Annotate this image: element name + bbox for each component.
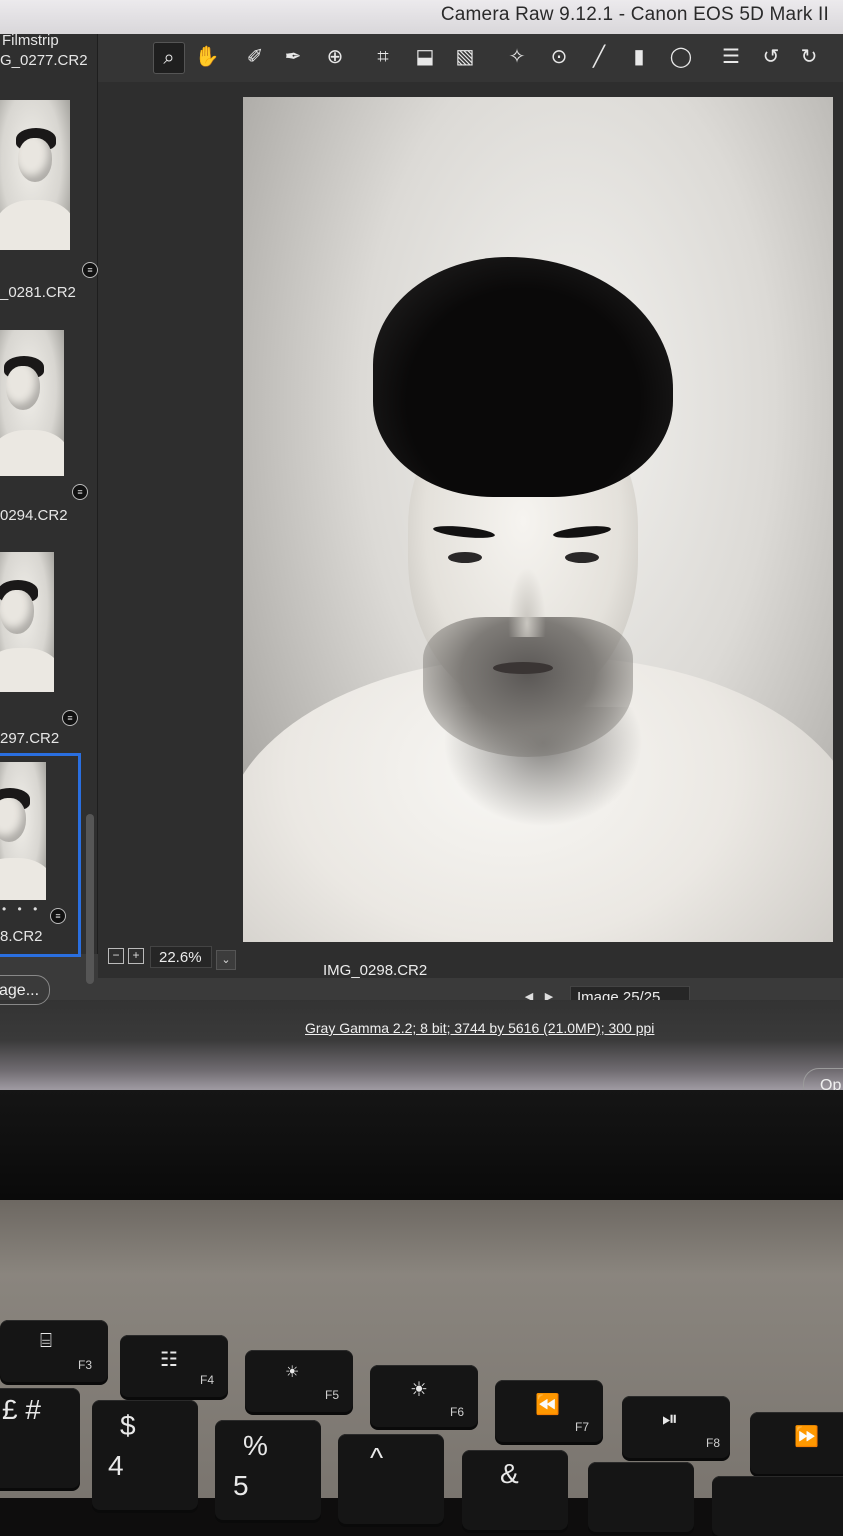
rotate-left-icon[interactable]: ↺: [756, 42, 786, 72]
mission-control-icon: ⌸: [40, 1330, 52, 1352]
keyboard-brightness-up-icon: ☀: [410, 1379, 428, 1401]
play-pause-icon: ⏯: [662, 1408, 678, 1430]
screen: Camera Raw 9.12.1 - Canon EOS 5D Mark II…: [0, 0, 843, 1100]
zoom-level-field[interactable]: 22.6%: [150, 946, 212, 968]
edit-badge-icon: ≡: [62, 710, 78, 726]
preview-photo[interactable]: [243, 97, 833, 977]
key-symbol: &: [500, 1458, 519, 1489]
key-label: F4: [200, 1373, 215, 1387]
number-5-key[interactable]: % 5: [215, 1420, 321, 1520]
title-bar: Camera Raw 9.12.1 - Canon EOS 5D Mark II: [0, 0, 843, 35]
workflow-options-link[interactable]: Gray Gamma 2.2; 8 bit; 3744 by 5616 (21.…: [305, 1020, 654, 1036]
filmstrip-filename: 297.CR2: [0, 730, 60, 747]
thumbnail[interactable]: [0, 330, 64, 476]
key-symbol: £ #: [2, 1394, 41, 1425]
filmstrip-filename: 8.CR2: [0, 928, 43, 945]
number-9-key[interactable]: [712, 1476, 843, 1536]
edit-badge-icon: ≡: [72, 484, 88, 500]
graduated-filter-icon[interactable]: ▮: [624, 42, 654, 72]
launchpad-icon: ☷: [160, 1349, 178, 1371]
key-label: F6: [450, 1405, 465, 1419]
thumbnail[interactable]: [0, 762, 46, 900]
f3-key[interactable]: ⌸ F3: [0, 1320, 108, 1382]
rewind-icon: ⏪: [535, 1394, 560, 1416]
radial-filter-icon[interactable]: ◯: [666, 42, 696, 72]
spot-removal-tool-icon[interactable]: ✧: [502, 42, 532, 72]
hand-tool-icon[interactable]: ✋: [192, 42, 222, 72]
filmstrip-item[interactable]: ≡ 297.CR2: [0, 544, 90, 764]
filmstrip-item[interactable]: ≡ 0294.CR2: [0, 324, 90, 544]
number-3-key[interactable]: £ #: [0, 1388, 80, 1488]
filmstrip-filename: 0294.CR2: [0, 507, 68, 524]
laptop-keyboard-deck: ⌸ F3 ☷ F4 ☀ F5 ☀ F6 ⏪ F7 ⏯ F8 ⏩ £ # $ 4 …: [0, 1200, 843, 1536]
adjustment-brush-icon[interactable]: ╱: [584, 42, 614, 72]
current-filename: IMG_0298.CR2: [323, 962, 428, 979]
rating-dots[interactable]: • • •: [2, 902, 41, 916]
number-6-key[interactable]: ^: [338, 1434, 444, 1524]
zoom-dropdown-chevron-icon[interactable]: ⌄: [216, 950, 236, 970]
window-title: Camera Raw 9.12.1 - Canon EOS 5D Mark II: [440, 4, 829, 25]
straighten-tool-icon[interactable]: ⬓: [410, 42, 440, 72]
image-preview-area[interactable]: [98, 82, 843, 977]
dialog-footer: [0, 1000, 843, 1100]
thumbnail[interactable]: [0, 552, 54, 692]
keyboard-brightness-down-icon: ☀: [285, 1364, 300, 1381]
zoom-tool-icon[interactable]: ⌕: [153, 42, 185, 74]
rotate-right-icon[interactable]: ↻: [794, 42, 824, 72]
red-eye-tool-icon[interactable]: ⊙: [544, 42, 574, 72]
edit-badge-icon: ≡: [82, 262, 98, 278]
targeted-adjustment-tool-icon[interactable]: ⊕: [320, 42, 350, 72]
zoom-in-button[interactable]: +: [128, 948, 144, 964]
f5-key[interactable]: ☀ F5: [245, 1350, 353, 1412]
f7-key[interactable]: ⏪ F7: [495, 1380, 603, 1442]
key-symbol: $: [120, 1410, 136, 1441]
transform-tool-icon[interactable]: ▧: [450, 42, 480, 72]
filmstrip-filename: _0281.CR2: [0, 284, 76, 301]
thumbnail[interactable]: [0, 100, 70, 250]
key-symbol: %: [243, 1430, 268, 1461]
key-label: F8: [706, 1436, 721, 1450]
filmstrip-panel: Filmstrip G_0277.CR2 ≡ _0281.CR2 ≡ 0294.…: [0, 32, 98, 984]
crop-tool-icon[interactable]: ⌗: [368, 42, 398, 72]
zoom-out-button[interactable]: −: [108, 948, 124, 964]
filmstrip-item-selected[interactable]: • • • ≡ 8.CR2: [0, 753, 81, 957]
filmstrip-top-filename: G_0277.CR2: [0, 52, 88, 69]
save-image-button[interactable]: age...: [0, 975, 50, 1005]
f9-key[interactable]: ⏩: [750, 1412, 843, 1474]
number-8-key[interactable]: [588, 1462, 694, 1532]
preferences-icon[interactable]: ☰: [716, 42, 746, 72]
white-balance-tool-icon[interactable]: ✐: [240, 42, 270, 72]
color-sampler-tool-icon[interactable]: ✒: [278, 42, 308, 72]
f4-key[interactable]: ☷ F4: [120, 1335, 228, 1397]
toolbar: ⌕ ✋ ✐ ✒ ⊕ ⌗ ⬓ ▧ ✧ ⊙ ╱ ▮ ◯ ☰ ↺ ↻: [98, 34, 843, 83]
filmstrip-item[interactable]: ≡ _0281.CR2: [0, 96, 98, 316]
key-number: 5: [233, 1470, 249, 1501]
key-label: F3: [78, 1358, 93, 1372]
laptop-bezel: [0, 1090, 843, 1210]
number-7-key[interactable]: &: [462, 1450, 568, 1530]
number-4-key[interactable]: $ 4: [92, 1400, 198, 1510]
key-number: 4: [108, 1450, 124, 1481]
preview-status-bar: − + 22.6% ⌄ IMG_0298.CR2 ◀ ▶ Image 25/25…: [98, 942, 843, 1030]
f6-key[interactable]: ☀ F6: [370, 1365, 478, 1427]
key-symbol: ^: [370, 1442, 384, 1473]
fast-forward-icon: ⏩: [794, 1426, 819, 1448]
f8-key[interactable]: ⏯ F8: [622, 1396, 730, 1458]
edit-badge-icon: ≡: [50, 908, 66, 924]
key-label: F7: [575, 1420, 590, 1434]
filmstrip-label: Filmstrip: [2, 32, 59, 49]
key-label: F5: [325, 1388, 340, 1402]
filmstrip-scrollbar[interactable]: [86, 814, 94, 984]
